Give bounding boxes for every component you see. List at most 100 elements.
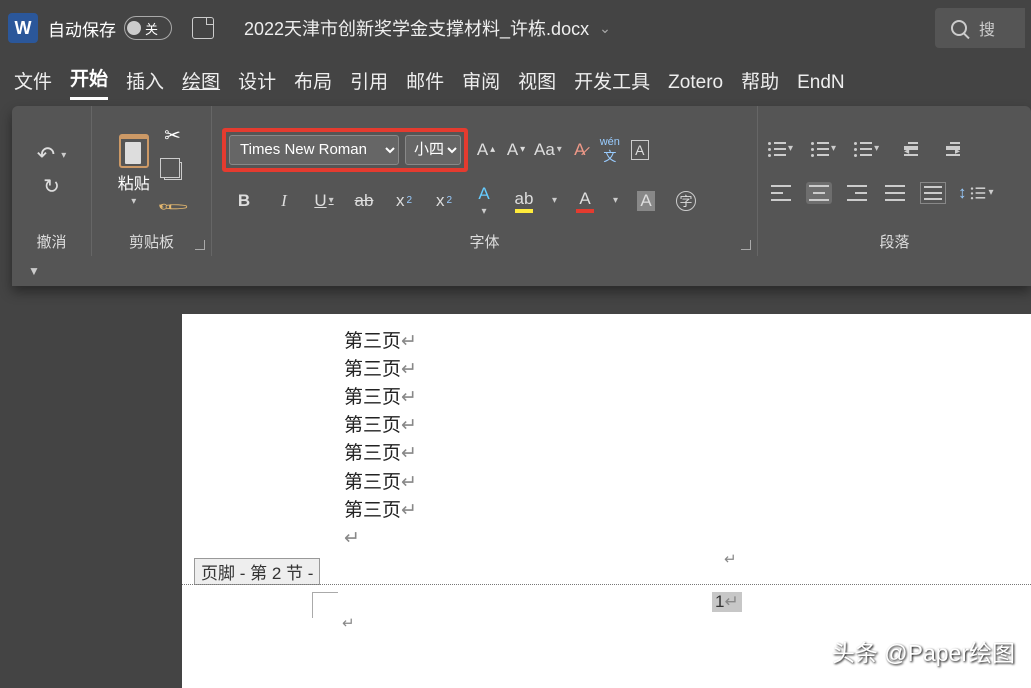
autosave-block: 自动保存 关: [48, 16, 172, 41]
autosave-toggle[interactable]: 关: [124, 16, 172, 40]
highlight-color-button[interactable]: ab: [512, 188, 536, 214]
text-effects-button[interactable]: A▾: [472, 188, 496, 214]
paste-button[interactable]: 粘贴 ▾: [118, 134, 150, 207]
dialog-launcher-icon[interactable]: [195, 240, 205, 250]
decrease-indent-button[interactable]: ◂: [897, 136, 921, 162]
superscript-button[interactable]: x2: [432, 188, 456, 214]
tab-zotero[interactable]: Zotero: [668, 72, 723, 100]
paste-label: 粘贴: [118, 170, 150, 194]
phonetic-guide-button[interactable]: wén 文: [598, 137, 622, 163]
increase-indent-button[interactable]: ◂: [939, 136, 963, 162]
ribbon-collapse-handle[interactable]: ▼: [12, 256, 1031, 286]
strikethrough-button[interactable]: ab: [352, 188, 376, 214]
character-shading-button[interactable]: A: [634, 188, 658, 214]
font-name-select[interactable]: Times New Roman: [229, 135, 399, 165]
document-area: 第三页↵ 第三页↵ 第三页↵ 第三页↵ 第三页↵ 第三页↵ 第三页↵ ↵ ↵ 页…: [0, 314, 1031, 688]
undo-button[interactable]: ↶▾: [37, 142, 66, 168]
text-line[interactable]: 第三页↵: [344, 412, 1031, 440]
tab-design[interactable]: 设计: [238, 67, 276, 100]
font-color-dropdown[interactable]: ▾: [613, 195, 618, 206]
bullet-list-button[interactable]: ▾: [768, 136, 793, 162]
grow-font-button[interactable]: A▴: [474, 137, 498, 163]
shrink-font-button[interactable]: A▾: [504, 137, 528, 163]
text-line[interactable]: ↵: [344, 525, 1031, 553]
tab-view[interactable]: 视图: [518, 67, 556, 100]
font-color-button[interactable]: A: [573, 188, 597, 214]
copy-icon[interactable]: [164, 162, 182, 180]
text-line[interactable]: 第三页↵: [344, 328, 1031, 356]
italic-button[interactable]: I: [272, 188, 296, 214]
chevron-down-icon: ▾: [131, 196, 136, 207]
multilevel-list-button[interactable]: ▾: [854, 136, 879, 162]
repeat-button[interactable]: ↻: [43, 174, 60, 199]
chevron-down-icon: ▾: [61, 150, 66, 161]
character-border-button[interactable]: A: [628, 137, 652, 163]
watermark-icon: [804, 640, 826, 662]
subscript-button[interactable]: x2: [392, 188, 416, 214]
clear-formatting-button[interactable]: A̷: [568, 137, 592, 163]
page-number-field[interactable]: 1↵: [712, 592, 742, 612]
change-case-button[interactable]: Aa▾: [534, 137, 562, 163]
tab-developer[interactable]: 开发工具: [574, 67, 650, 100]
underline-button[interactable]: U▾: [312, 188, 336, 214]
numbered-list-button[interactable]: ▾: [811, 136, 836, 162]
tab-insert[interactable]: 插入: [126, 67, 164, 100]
title-bar: W 自动保存 关 2022天津市创新奖学金支撑材料_许栋.docx ⌄ 搜: [0, 0, 1031, 56]
tab-file[interactable]: 文件: [14, 67, 52, 100]
group-clipboard: 粘贴 ▾ ✂ 🖌 剪贴板: [92, 106, 212, 256]
margin-corner-mark: [312, 592, 338, 618]
enclose-characters-button[interactable]: 字: [674, 188, 698, 214]
search-box[interactable]: 搜: [935, 8, 1025, 48]
document-title[interactable]: 2022天津市创新奖学金支撑材料_许栋.docx ⌄: [244, 15, 611, 41]
text-line[interactable]: 第三页↵: [344, 469, 1031, 497]
text-line[interactable]: 第三页↵: [344, 384, 1031, 412]
save-icon[interactable]: [192, 17, 214, 39]
group-paragraph: ▾ ▾ ▾ ◂ ◂ ↕▾ 段落: [758, 106, 1031, 256]
tab-layout[interactable]: 布局: [294, 67, 332, 100]
toggle-knob: [127, 21, 141, 35]
dialog-launcher-icon[interactable]: [741, 240, 751, 250]
format-painter-icon[interactable]: 🖌: [155, 188, 191, 224]
align-justify-button[interactable]: [882, 182, 908, 204]
bold-button[interactable]: B: [232, 188, 256, 214]
tab-endnote[interactable]: EndN: [797, 72, 845, 100]
line-spacing-button[interactable]: ↕▾: [958, 180, 994, 206]
document-body[interactable]: 第三页↵ 第三页↵ 第三页↵ 第三页↵ 第三页↵ 第三页↵ 第三页↵ ↵: [182, 314, 1031, 553]
highlight-box: Times New Roman 小四: [222, 128, 468, 172]
group-label-paragraph: 段落: [768, 231, 1021, 252]
group-font: Times New Roman 小四 A▴ A▾ Aa▾ A̷ wén 文 A …: [212, 106, 758, 256]
tab-home[interactable]: 开始: [70, 64, 108, 100]
autosave-state: 关: [145, 19, 158, 38]
align-center-button[interactable]: [806, 182, 832, 204]
group-label-undo: 撤消: [22, 231, 81, 252]
align-right-button[interactable]: [844, 182, 870, 204]
font-size-select[interactable]: 小四: [405, 135, 461, 165]
tab-help[interactable]: 帮助: [741, 67, 779, 100]
chevron-down-icon: ⌄: [599, 20, 611, 37]
page-canvas[interactable]: 第三页↵ 第三页↵ 第三页↵ 第三页↵ 第三页↵ 第三页↵ 第三页↵ ↵ ↵ 页…: [182, 314, 1031, 688]
footer-divider: [182, 584, 1031, 585]
tab-review[interactable]: 审阅: [462, 67, 500, 100]
align-left-button[interactable]: [768, 182, 794, 204]
search-placeholder: 搜: [979, 16, 995, 40]
ribbon-tabs: 文件 开始 插入 绘图 设计 布局 引用 邮件 审阅 视图 开发工具 Zoter…: [0, 56, 1031, 100]
paragraph-mark: ↵: [342, 614, 355, 632]
text-line[interactable]: 第三页↵: [344, 356, 1031, 384]
ribbon: ↶▾ ↻ 撤消 粘贴 ▾ ✂ 🖌 剪贴板: [12, 106, 1031, 286]
text-line[interactable]: 第三页↵: [344, 497, 1031, 525]
footer-section-label[interactable]: 页脚 - 第 2 节 -: [194, 558, 320, 585]
text-line[interactable]: 第三页↵: [344, 440, 1031, 468]
word-app-icon: W: [8, 13, 38, 43]
align-distributed-button[interactable]: [920, 182, 946, 204]
cut-icon[interactable]: ✂: [164, 123, 181, 148]
tab-references[interactable]: 引用: [350, 67, 388, 100]
autosave-label: 自动保存: [48, 16, 116, 41]
highlight-dropdown[interactable]: ▾: [552, 195, 557, 206]
paragraph-mark: ↵: [724, 550, 737, 568]
watermark-text: 头条 @Paper绘图: [832, 634, 1015, 668]
search-icon: [951, 20, 967, 36]
tab-draw[interactable]: 绘图: [182, 67, 220, 100]
group-undo: ↶▾ ↻ 撤消: [12, 106, 92, 256]
tab-mailings[interactable]: 邮件: [406, 67, 444, 100]
document-title-text: 2022天津市创新奖学金支撑材料_许栋.docx: [244, 15, 589, 41]
